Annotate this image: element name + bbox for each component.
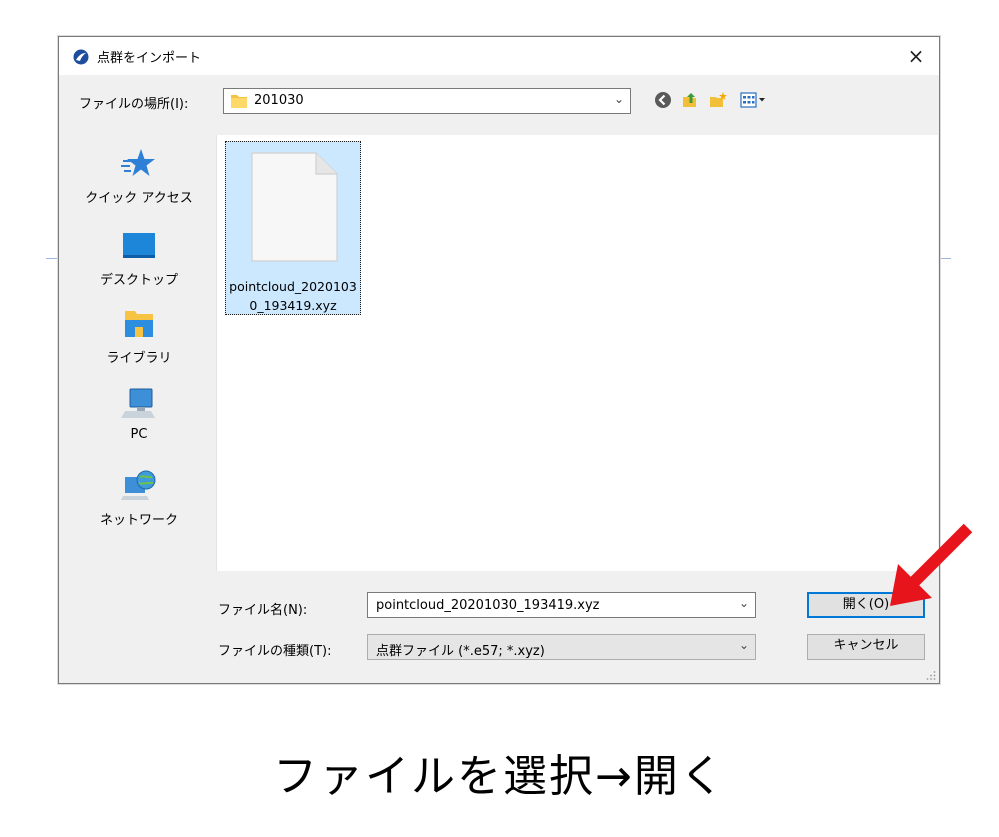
place-quick-access[interactable]: クイック アクセス [71, 147, 207, 217]
app-logo-icon [73, 49, 89, 65]
file-type-dropdown[interactable]: 点群ファイル (*.e57; *.xyz) ⌄ [367, 634, 756, 660]
place-label: デスクトップ [99, 273, 178, 288]
computer-icon [121, 388, 155, 418]
background-line-right [939, 258, 951, 259]
dialog-title: 点群をインポート [97, 51, 202, 66]
close-button[interactable]: × [893, 37, 939, 75]
place-desktop[interactable]: デスクトップ [71, 229, 207, 299]
look-in-value: 201030 [254, 93, 304, 108]
folder-icon [231, 95, 247, 108]
new-folder-icon[interactable] [709, 91, 727, 109]
file-name-value: pointcloud_20201030_193419.xyz [376, 598, 600, 613]
network-icon [121, 470, 156, 500]
back-icon[interactable] [654, 91, 672, 109]
file-list[interactable]: pointcloud_20201030_193419.xyz [216, 135, 938, 571]
desktop-icon [123, 233, 155, 258]
resize-grip-icon[interactable] [926, 670, 936, 680]
file-item-selected[interactable]: pointcloud_20201030_193419.xyz [225, 141, 361, 315]
place-library[interactable]: ライブラリ [71, 307, 207, 377]
document-icon [251, 152, 338, 262]
file-name: pointcloud_20201030_193419.xyz [229, 279, 357, 313]
file-name-input[interactable]: pointcloud_20201030_193419.xyz ⌄ [367, 592, 756, 618]
place-network[interactable]: ネットワーク [71, 469, 207, 539]
chevron-down-icon: ⌄ [613, 92, 624, 106]
look-in-dropdown[interactable]: 201030 ⌄ [223, 88, 631, 114]
red-arrow-icon [890, 523, 973, 606]
file-type-label: ファイルの種類(T): [218, 644, 332, 659]
star-icon [121, 149, 155, 176]
file-name-label: ファイル名(N): [218, 603, 308, 618]
place-label: ライブラリ [106, 351, 172, 366]
places-bar: クイック アクセス デスクトップ ライブラリ PC ネットワーク [71, 135, 207, 675]
file-type-value: 点群ファイル (*.e57; *.xyz) [376, 644, 545, 659]
place-label: クイック アクセス [85, 191, 193, 206]
cancel-button[interactable]: キャンセル [807, 634, 925, 660]
background-line-left [46, 258, 58, 259]
look-in-label: ファイルの場所(I): [79, 97, 189, 112]
place-label: PC [130, 427, 148, 442]
library-icon [125, 311, 153, 337]
view-menu-icon[interactable] [740, 91, 766, 109]
import-point-cloud-dialog: 点群をインポート × ファイルの場所(I): 201030 ⌄ クイック アクセ… [58, 36, 940, 684]
instruction-caption: ファイルを選択→開く [273, 751, 726, 802]
chevron-down-icon[interactable]: ⌄ [739, 596, 749, 610]
place-pc[interactable]: PC [71, 387, 207, 457]
chevron-down-icon: ⌄ [738, 638, 749, 652]
title-bar: 点群をインポート × [59, 37, 939, 75]
up-folder-icon[interactable] [681, 91, 699, 109]
place-label: ネットワーク [99, 513, 178, 528]
